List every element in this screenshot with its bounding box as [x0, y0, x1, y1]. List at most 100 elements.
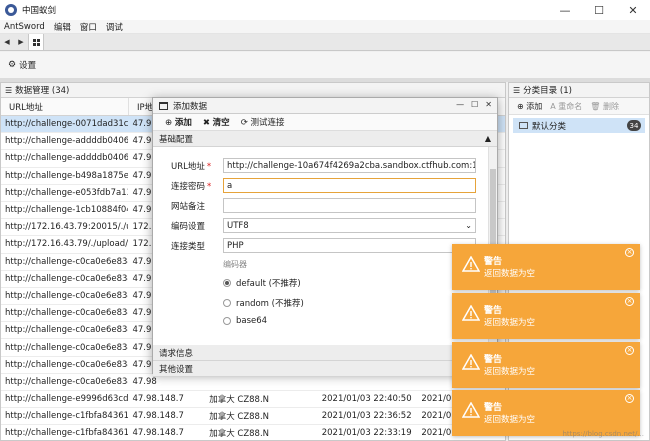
delete-category-label: 删除: [602, 101, 619, 111]
password-input[interactable]: a: [223, 178, 476, 193]
close-icon[interactable]: ×: [625, 248, 634, 257]
category-name: 默认分类: [532, 121, 567, 132]
close-icon[interactable]: ×: [625, 297, 634, 306]
menu-debug[interactable]: 调试: [106, 21, 123, 33]
connection-type-label: 连接类型: [171, 242, 206, 252]
toast-title: 警告: [484, 257, 503, 267]
table-cell: 2021/01/03 22:40:50: [321, 394, 412, 405]
dialog-clear-button[interactable]: ✖ 清空: [203, 116, 230, 128]
table-cell: http://172.16.43.79:20015/./uploa: [5, 222, 128, 233]
table-cell: http://challenge-e9996d63cdcb15: [5, 394, 129, 405]
category-item-default[interactable]: 默认分类 34: [513, 118, 645, 133]
close-icon[interactable]: ×: [625, 394, 634, 403]
connection-type-value: PHP: [227, 240, 244, 251]
note-input[interactable]: [223, 198, 476, 213]
dialog-title-bar[interactable]: 添加数据 — ☐ ✕: [153, 98, 497, 114]
table-cell: http://challenge-addddb04066d4a: [5, 153, 129, 164]
table-cell: http://challenge-c0ca0e6e834f203: [5, 342, 128, 353]
note-label: 网站备注: [171, 202, 206, 212]
table-cell: http://challenge-c0ca0e6e834f203: [5, 308, 128, 319]
encoder-option-random[interactable]: random (不推荐): [223, 297, 304, 309]
warning-icon: [462, 256, 480, 272]
list-icon: ☰: [513, 85, 521, 95]
warning-toast[interactable]: 警告 返回数据为空 ×: [452, 293, 640, 339]
radio-selected-icon: [223, 279, 231, 287]
dialog-minimize-icon[interactable]: —: [456, 100, 464, 109]
dialog-add-label: 添加: [174, 118, 192, 128]
radio-icon: [223, 317, 231, 325]
tab-scroll-left-icon[interactable]: ◀: [0, 34, 14, 50]
minimize-button[interactable]: —: [548, 0, 582, 20]
warning-toast[interactable]: 警告 返回数据为空 ×: [452, 342, 640, 388]
dialog-test-connection-button[interactable]: ⟳ 测试连接: [241, 116, 285, 128]
tab-home[interactable]: [28, 34, 44, 50]
table-cell: 47.98.148.7: [132, 428, 184, 439]
menu-window[interactable]: 窗口: [80, 21, 97, 33]
table-cell: 2021/01/03 22:33:19: [321, 428, 412, 439]
dialog-add-button[interactable]: ⊕ 添加: [165, 116, 192, 128]
tab-strip: ◀ ▶: [0, 34, 650, 51]
table-cell: http://challenge-1cb10884f042f94: [5, 205, 128, 216]
close-icon[interactable]: ×: [625, 346, 634, 355]
dialog-close-icon[interactable]: ✕: [485, 100, 492, 109]
section-other-settings[interactable]: 其他设置 ▼: [153, 361, 497, 377]
table-cell: 2021/01/03 22:36:52: [321, 411, 412, 422]
delete-category-button[interactable]: 🗑 删除: [590, 101, 619, 112]
table-cell: http://172.16.43.79/./upload/a.ph: [5, 239, 129, 250]
section-request-info[interactable]: 请求信息 ▼: [153, 345, 497, 361]
encoder-label: 编码器: [223, 260, 247, 269]
warning-icon: [462, 305, 480, 321]
watermark: https://blog.csdn.net/...: [562, 430, 644, 438]
dialog-test-label: 测试连接: [250, 118, 285, 128]
settings-button[interactable]: 设置: [19, 59, 36, 71]
encoder-option-default[interactable]: default (不推荐): [223, 277, 301, 289]
toast-message: 返回数据为空: [484, 367, 536, 377]
table-cell: http://challenge-addddb04066d4a: [5, 136, 129, 147]
menu-edit[interactable]: 编辑: [54, 21, 71, 33]
add-category-button[interactable]: ⊕ 添加: [517, 101, 542, 112]
dialog-maximize-icon[interactable]: ☐: [471, 100, 478, 109]
menu-bar: AntSword 编辑 窗口 调试: [0, 20, 650, 34]
password-label: 连接密码 *: [171, 180, 211, 192]
tab-scroll-right-icon[interactable]: ▶: [14, 34, 28, 50]
table-cell: 47.98.148.7: [132, 411, 184, 422]
close-button[interactable]: ✕: [616, 0, 650, 20]
table-cell: http://challenge-b498a1875e5c07: [5, 170, 129, 181]
url-label-text: URL地址: [171, 162, 205, 172]
table-cell: 47.98.148.7: [132, 394, 184, 405]
folder-icon: [519, 122, 528, 129]
warning-toast[interactable]: 警告 返回数据为空 ×: [452, 244, 640, 290]
window-icon: [159, 101, 168, 110]
list-icon: ☰: [5, 85, 13, 95]
rename-category-label: 重命名: [558, 101, 583, 111]
table-row[interactable]: http://challenge-c1fbfa84361081 47.98.148…: [1, 408, 505, 426]
table-cell: http://challenge-c1fbfa84361081: [5, 411, 128, 422]
required-mark: *: [206, 162, 212, 172]
url-input[interactable]: http://challenge-10a674f4269a2cba.sandbo…: [223, 158, 476, 173]
section-basic-config[interactable]: 基础配置 ▲: [153, 131, 497, 147]
basic-config-label: 基础配置: [159, 134, 194, 145]
encoding-select[interactable]: UTF8 ⌄: [223, 218, 476, 233]
title-bar: 中国蚁剑 — ☐ ✕: [0, 0, 650, 20]
connection-type-select[interactable]: PHP ⌄: [223, 238, 476, 253]
rename-category-button[interactable]: A 重命名: [550, 101, 582, 112]
other-settings-label: 其他设置: [159, 364, 194, 375]
table-row[interactable]: http://challenge-e9996d63cdcb1547.98.148…: [1, 391, 505, 409]
gear-icon: ⚙: [8, 60, 17, 70]
menu-antsword[interactable]: AntSword: [4, 22, 45, 32]
radio-icon: [223, 299, 231, 307]
table-row[interactable]: http://challenge-c1fbfa84361081 47.98.148…: [1, 425, 505, 440]
table-cell: 加拿大 CZ88.N: [209, 395, 270, 406]
dialog-toolbar: ⊕ 添加 ✖ 清空 ⟳ 测试连接: [153, 114, 497, 131]
encoder-default-label: default (不推荐): [236, 279, 301, 289]
category-count-badge: 34: [627, 120, 641, 131]
password-label-text: 连接密码: [171, 182, 206, 192]
table-cell: http://challenge-c0ca0e6e834f203: [5, 359, 128, 370]
grid-icon: [32, 38, 40, 46]
column-url[interactable]: URL地址: [1, 98, 129, 115]
dialog-clear-label: 清空: [212, 118, 230, 128]
table-cell: 加拿大 CZ88.N: [209, 412, 270, 423]
encoder-option-base64[interactable]: base64: [223, 316, 267, 326]
encoding-label: 编码设置: [171, 222, 206, 232]
maximize-button[interactable]: ☐: [582, 0, 616, 20]
